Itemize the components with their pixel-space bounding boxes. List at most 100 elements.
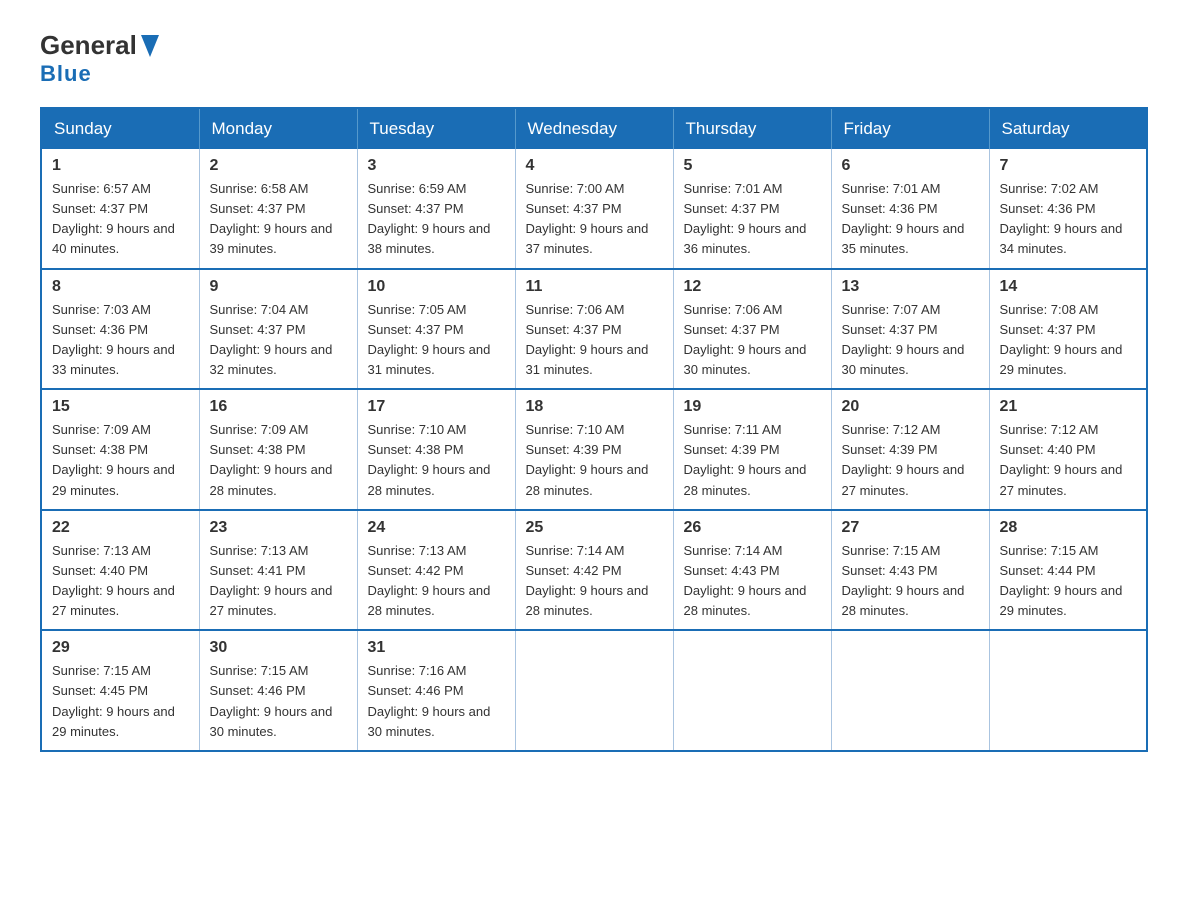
day-number: 5 <box>684 157 821 175</box>
calendar-week-row: 22 Sunrise: 7:13 AMSunset: 4:40 PMDayligh… <box>41 510 1147 631</box>
day-info: Sunrise: 7:04 AMSunset: 4:37 PMDaylight:… <box>210 300 347 381</box>
day-number: 11 <box>526 278 663 296</box>
calendar-cell: 21 Sunrise: 7:12 AMSunset: 4:40 PMDayligh… <box>989 389 1147 510</box>
day-info: Sunrise: 7:07 AMSunset: 4:37 PMDaylight:… <box>842 300 979 381</box>
calendar-cell: 23Sunrise: 7:13 AMSunset: 4:41 PMDayligh… <box>199 510 357 631</box>
day-info: Sunrise: 7:12 AMSunset: 4:39 PMDaylight:… <box>842 420 979 501</box>
day-number: 27 <box>842 519 979 537</box>
day-info: Sunrise: 7:14 AMSunset: 4:42 PMDaylight:… <box>526 541 663 622</box>
day-number: 1 <box>52 157 189 175</box>
day-number: 18 <box>526 398 663 416</box>
calendar-cell: 11 Sunrise: 7:06 AMSunset: 4:37 PMDayligh… <box>515 269 673 390</box>
day-number: 12 <box>684 278 821 296</box>
calendar-header-tuesday: Tuesday <box>357 108 515 149</box>
day-number: 25 <box>526 519 663 537</box>
day-info: Sunrise: 7:15 AMSunset: 4:45 PMDaylight:… <box>52 661 189 742</box>
day-number: 23 <box>210 519 347 537</box>
day-info: Sunrise: 7:15 AMSunset: 4:43 PMDaylight:… <box>842 541 979 622</box>
calendar-cell: 13Sunrise: 7:07 AMSunset: 4:37 PMDayligh… <box>831 269 989 390</box>
day-info: Sunrise: 7:03 AMSunset: 4:36 PMDaylight:… <box>52 300 189 381</box>
logo-arrow-icon <box>141 35 159 57</box>
day-number: 24 <box>368 519 505 537</box>
day-info: Sunrise: 7:13 AMSunset: 4:42 PMDaylight:… <box>368 541 505 622</box>
calendar-cell <box>673 630 831 751</box>
day-number: 16 <box>210 398 347 416</box>
day-number: 30 <box>210 639 347 657</box>
day-number: 21 <box>1000 398 1137 416</box>
day-number: 17 <box>368 398 505 416</box>
day-number: 4 <box>526 157 663 175</box>
day-number: 20 <box>842 398 979 416</box>
calendar-cell: 18Sunrise: 7:10 AMSunset: 4:39 PMDayligh… <box>515 389 673 510</box>
day-info: Sunrise: 7:01 AMSunset: 4:37 PMDaylight:… <box>684 179 821 260</box>
calendar-table: SundayMondayTuesdayWednesdayThursdayFrid… <box>40 107 1148 752</box>
logo: General Blue <box>40 30 159 87</box>
day-number: 22 <box>52 519 189 537</box>
calendar-cell: 14 Sunrise: 7:08 AMSunset: 4:37 PMDayligh… <box>989 269 1147 390</box>
calendar-cell: 3Sunrise: 6:59 AMSunset: 4:37 PMDaylight… <box>357 149 515 269</box>
calendar-cell: 8 Sunrise: 7:03 AMSunset: 4:36 PMDaylight… <box>41 269 199 390</box>
calendar-cell: 12 Sunrise: 7:06 AMSunset: 4:37 PMDayligh… <box>673 269 831 390</box>
day-number: 29 <box>52 639 189 657</box>
day-number: 9 <box>210 278 347 296</box>
day-info: Sunrise: 7:15 AMSunset: 4:46 PMDaylight:… <box>210 661 347 742</box>
day-number: 10 <box>368 278 505 296</box>
day-info: Sunrise: 7:00 AMSunset: 4:37 PMDaylight:… <box>526 179 663 260</box>
calendar-cell: 20 Sunrise: 7:12 AMSunset: 4:39 PMDayligh… <box>831 389 989 510</box>
calendar-cell: 15Sunrise: 7:09 AMSunset: 4:38 PMDayligh… <box>41 389 199 510</box>
calendar-cell <box>515 630 673 751</box>
calendar-cell: 31 Sunrise: 7:16 AMSunset: 4:46 PMDayligh… <box>357 630 515 751</box>
day-info: Sunrise: 6:59 AMSunset: 4:37 PMDaylight:… <box>368 179 505 260</box>
calendar-cell: 5 Sunrise: 7:01 AMSunset: 4:37 PMDaylight… <box>673 149 831 269</box>
calendar-header-saturday: Saturday <box>989 108 1147 149</box>
calendar-week-row: 8 Sunrise: 7:03 AMSunset: 4:36 PMDaylight… <box>41 269 1147 390</box>
day-info: Sunrise: 7:09 AMSunset: 4:38 PMDaylight:… <box>210 420 347 501</box>
calendar-cell: 17Sunrise: 7:10 AMSunset: 4:38 PMDayligh… <box>357 389 515 510</box>
day-info: Sunrise: 7:11 AMSunset: 4:39 PMDaylight:… <box>684 420 821 501</box>
calendar-week-row: 1 Sunrise: 6:57 AMSunset: 4:37 PMDaylight… <box>41 149 1147 269</box>
day-number: 2 <box>210 157 347 175</box>
calendar-cell: 2Sunrise: 6:58 AMSunset: 4:37 PMDaylight… <box>199 149 357 269</box>
calendar-cell: 9 Sunrise: 7:04 AMSunset: 4:37 PMDaylight… <box>199 269 357 390</box>
calendar-cell: 28 Sunrise: 7:15 AMSunset: 4:44 PMDayligh… <box>989 510 1147 631</box>
calendar-cell: 25 Sunrise: 7:14 AMSunset: 4:42 PMDayligh… <box>515 510 673 631</box>
day-info: Sunrise: 7:06 AMSunset: 4:37 PMDaylight:… <box>684 300 821 381</box>
calendar-header-wednesday: Wednesday <box>515 108 673 149</box>
calendar-cell: 7Sunrise: 7:02 AMSunset: 4:36 PMDaylight… <box>989 149 1147 269</box>
day-number: 15 <box>52 398 189 416</box>
calendar-cell: 19 Sunrise: 7:11 AMSunset: 4:39 PMDayligh… <box>673 389 831 510</box>
calendar-cell: 4 Sunrise: 7:00 AMSunset: 4:37 PMDaylight… <box>515 149 673 269</box>
calendar-cell: 26Sunrise: 7:14 AMSunset: 4:43 PMDayligh… <box>673 510 831 631</box>
day-info: Sunrise: 7:12 AMSunset: 4:40 PMDaylight:… <box>1000 420 1137 501</box>
calendar-header-sunday: Sunday <box>41 108 199 149</box>
logo-blue-text: Blue <box>40 61 92 87</box>
day-number: 8 <box>52 278 189 296</box>
day-info: Sunrise: 7:01 AMSunset: 4:36 PMDaylight:… <box>842 179 979 260</box>
calendar-cell <box>989 630 1147 751</box>
page-header: General Blue <box>40 30 1148 87</box>
day-number: 19 <box>684 398 821 416</box>
calendar-header-thursday: Thursday <box>673 108 831 149</box>
calendar-cell: 1 Sunrise: 6:57 AMSunset: 4:37 PMDaylight… <box>41 149 199 269</box>
day-number: 31 <box>368 639 505 657</box>
calendar-cell: 29 Sunrise: 7:15 AMSunset: 4:45 PMDayligh… <box>41 630 199 751</box>
calendar-week-row: 15 Sunrise: 7:09 AMSunset: 4:38 PMDayligh… <box>41 389 1147 510</box>
calendar-header-row: SundayMondayTuesdayWednesdayThursdayFrid… <box>41 108 1147 149</box>
day-info: Sunrise: 7:05 AMSunset: 4:37 PMDaylight:… <box>368 300 505 381</box>
day-number: 14 <box>1000 278 1137 296</box>
calendar-cell: 27 Sunrise: 7:15 AMSunset: 4:43 PMDayligh… <box>831 510 989 631</box>
day-info: Sunrise: 7:06 AMSunset: 4:37 PMDaylight:… <box>526 300 663 381</box>
day-number: 6 <box>842 157 979 175</box>
day-info: Sunrise: 7:13 AMSunset: 4:40 PMDaylight:… <box>52 541 189 622</box>
calendar-cell: 10 Sunrise: 7:05 AMSunset: 4:37 PMDayligh… <box>357 269 515 390</box>
day-info: Sunrise: 7:15 AMSunset: 4:44 PMDaylight:… <box>1000 541 1137 622</box>
day-number: 28 <box>1000 519 1137 537</box>
day-info: Sunrise: 6:57 AMSunset: 4:37 PMDaylight:… <box>52 179 189 260</box>
day-info: Sunrise: 7:14 AMSunset: 4:43 PMDaylight:… <box>684 541 821 622</box>
calendar-cell: 6 Sunrise: 7:01 AMSunset: 4:36 PMDaylight… <box>831 149 989 269</box>
calendar-week-row: 29 Sunrise: 7:15 AMSunset: 4:45 PMDayligh… <box>41 630 1147 751</box>
calendar-header-monday: Monday <box>199 108 357 149</box>
day-info: Sunrise: 7:16 AMSunset: 4:46 PMDaylight:… <box>368 661 505 742</box>
day-info: Sunrise: 7:08 AMSunset: 4:37 PMDaylight:… <box>1000 300 1137 381</box>
calendar-cell: 30 Sunrise: 7:15 AMSunset: 4:46 PMDayligh… <box>199 630 357 751</box>
